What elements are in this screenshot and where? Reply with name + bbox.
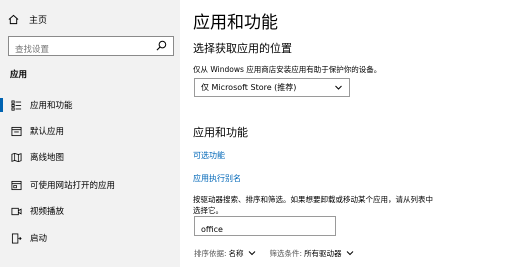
page-title: 应用和功能 — [193, 13, 278, 33]
settings-search-input[interactable] — [9, 41, 155, 59]
apps-list-icon — [10, 99, 22, 111]
sidebar-item-offline-maps[interactable]: 离线地图 — [0, 144, 180, 170]
home-label: 主页 — [29, 16, 48, 26]
optional-features-link[interactable]: 可选功能 — [193, 150, 225, 161]
sidebar-item-apps-features[interactable]: 应用和功能 — [0, 92, 180, 118]
sidebar-item-startup[interactable]: 启动 — [0, 225, 180, 251]
apps-for-websites-icon — [10, 179, 22, 191]
search-description-line1: 按驱动器搜索、排序和筛选。如果想要卸载或移动某个应用，请从列表中 — [193, 195, 433, 204]
app-search-box[interactable] — [194, 216, 336, 239]
main-content: 应用和功能 选择获取应用的位置 仅从 Windows 应用商店安装应用有助于保护… — [181, 0, 526, 267]
sidebar-item-apps-for-websites[interactable]: 可使用网站打开的应用 — [0, 172, 180, 198]
settings-sidebar: 主页 应用 应用和功能 — [0, 0, 180, 267]
sidebar-item-default-apps[interactable]: 默认应用 — [0, 118, 180, 144]
filter-dropdown[interactable]: 所有驱动器 — [304, 248, 342, 259]
chevron-down-icon[interactable] — [346, 249, 354, 258]
sidebar-item-label: 视频播放 — [30, 207, 65, 217]
section-label-apps: 应用 — [10, 70, 28, 80]
app-search-input[interactable] — [195, 220, 331, 239]
sidebar-item-video-playback[interactable]: 视频播放 — [0, 198, 180, 224]
dropdown-value: 仅 Microsoft Store (推荐) — [201, 83, 297, 92]
sidebar-item-label: 应用和功能 — [30, 101, 73, 111]
install-source-heading: 选择获取应用的位置 — [193, 42, 292, 55]
install-source-description: 仅从 Windows 应用商店安装应用有助于保护你的设备。 — [193, 65, 382, 74]
offline-maps-icon — [10, 151, 22, 163]
chevron-down-icon — [334, 79, 343, 102]
video-playback-icon — [10, 205, 22, 217]
sort-filter-row: 排序依据: 名称 筛选条件: 所有驱动器 — [194, 248, 368, 259]
filter-label: 筛选条件: — [269, 249, 303, 258]
sidebar-item-label: 启动 — [30, 234, 48, 244]
apps-features-heading: 应用和功能 — [193, 126, 248, 139]
install-source-dropdown[interactable]: 仅 Microsoft Store (推荐) — [194, 78, 350, 97]
sort-dropdown[interactable]: 名称 — [229, 248, 244, 259]
startup-icon — [10, 232, 22, 244]
default-apps-icon — [10, 125, 22, 137]
home-nav-item[interactable]: 主页 — [8, 13, 47, 26]
search-description-line2: 选择它。 — [193, 206, 223, 215]
sidebar-item-label: 默认应用 — [30, 127, 65, 137]
sort-label: 排序依据: — [194, 249, 227, 258]
sidebar-item-label: 可使用网站打开的应用 — [30, 181, 116, 191]
app-execution-aliases-link[interactable]: 应用执行别名 — [193, 173, 241, 184]
home-icon — [8, 14, 19, 25]
sidebar-item-label: 离线地图 — [30, 153, 65, 163]
settings-search-box[interactable] — [8, 36, 174, 59]
chevron-down-icon[interactable] — [248, 249, 256, 258]
selection-indicator — [0, 98, 3, 112]
search-icon[interactable] — [156, 40, 167, 51]
